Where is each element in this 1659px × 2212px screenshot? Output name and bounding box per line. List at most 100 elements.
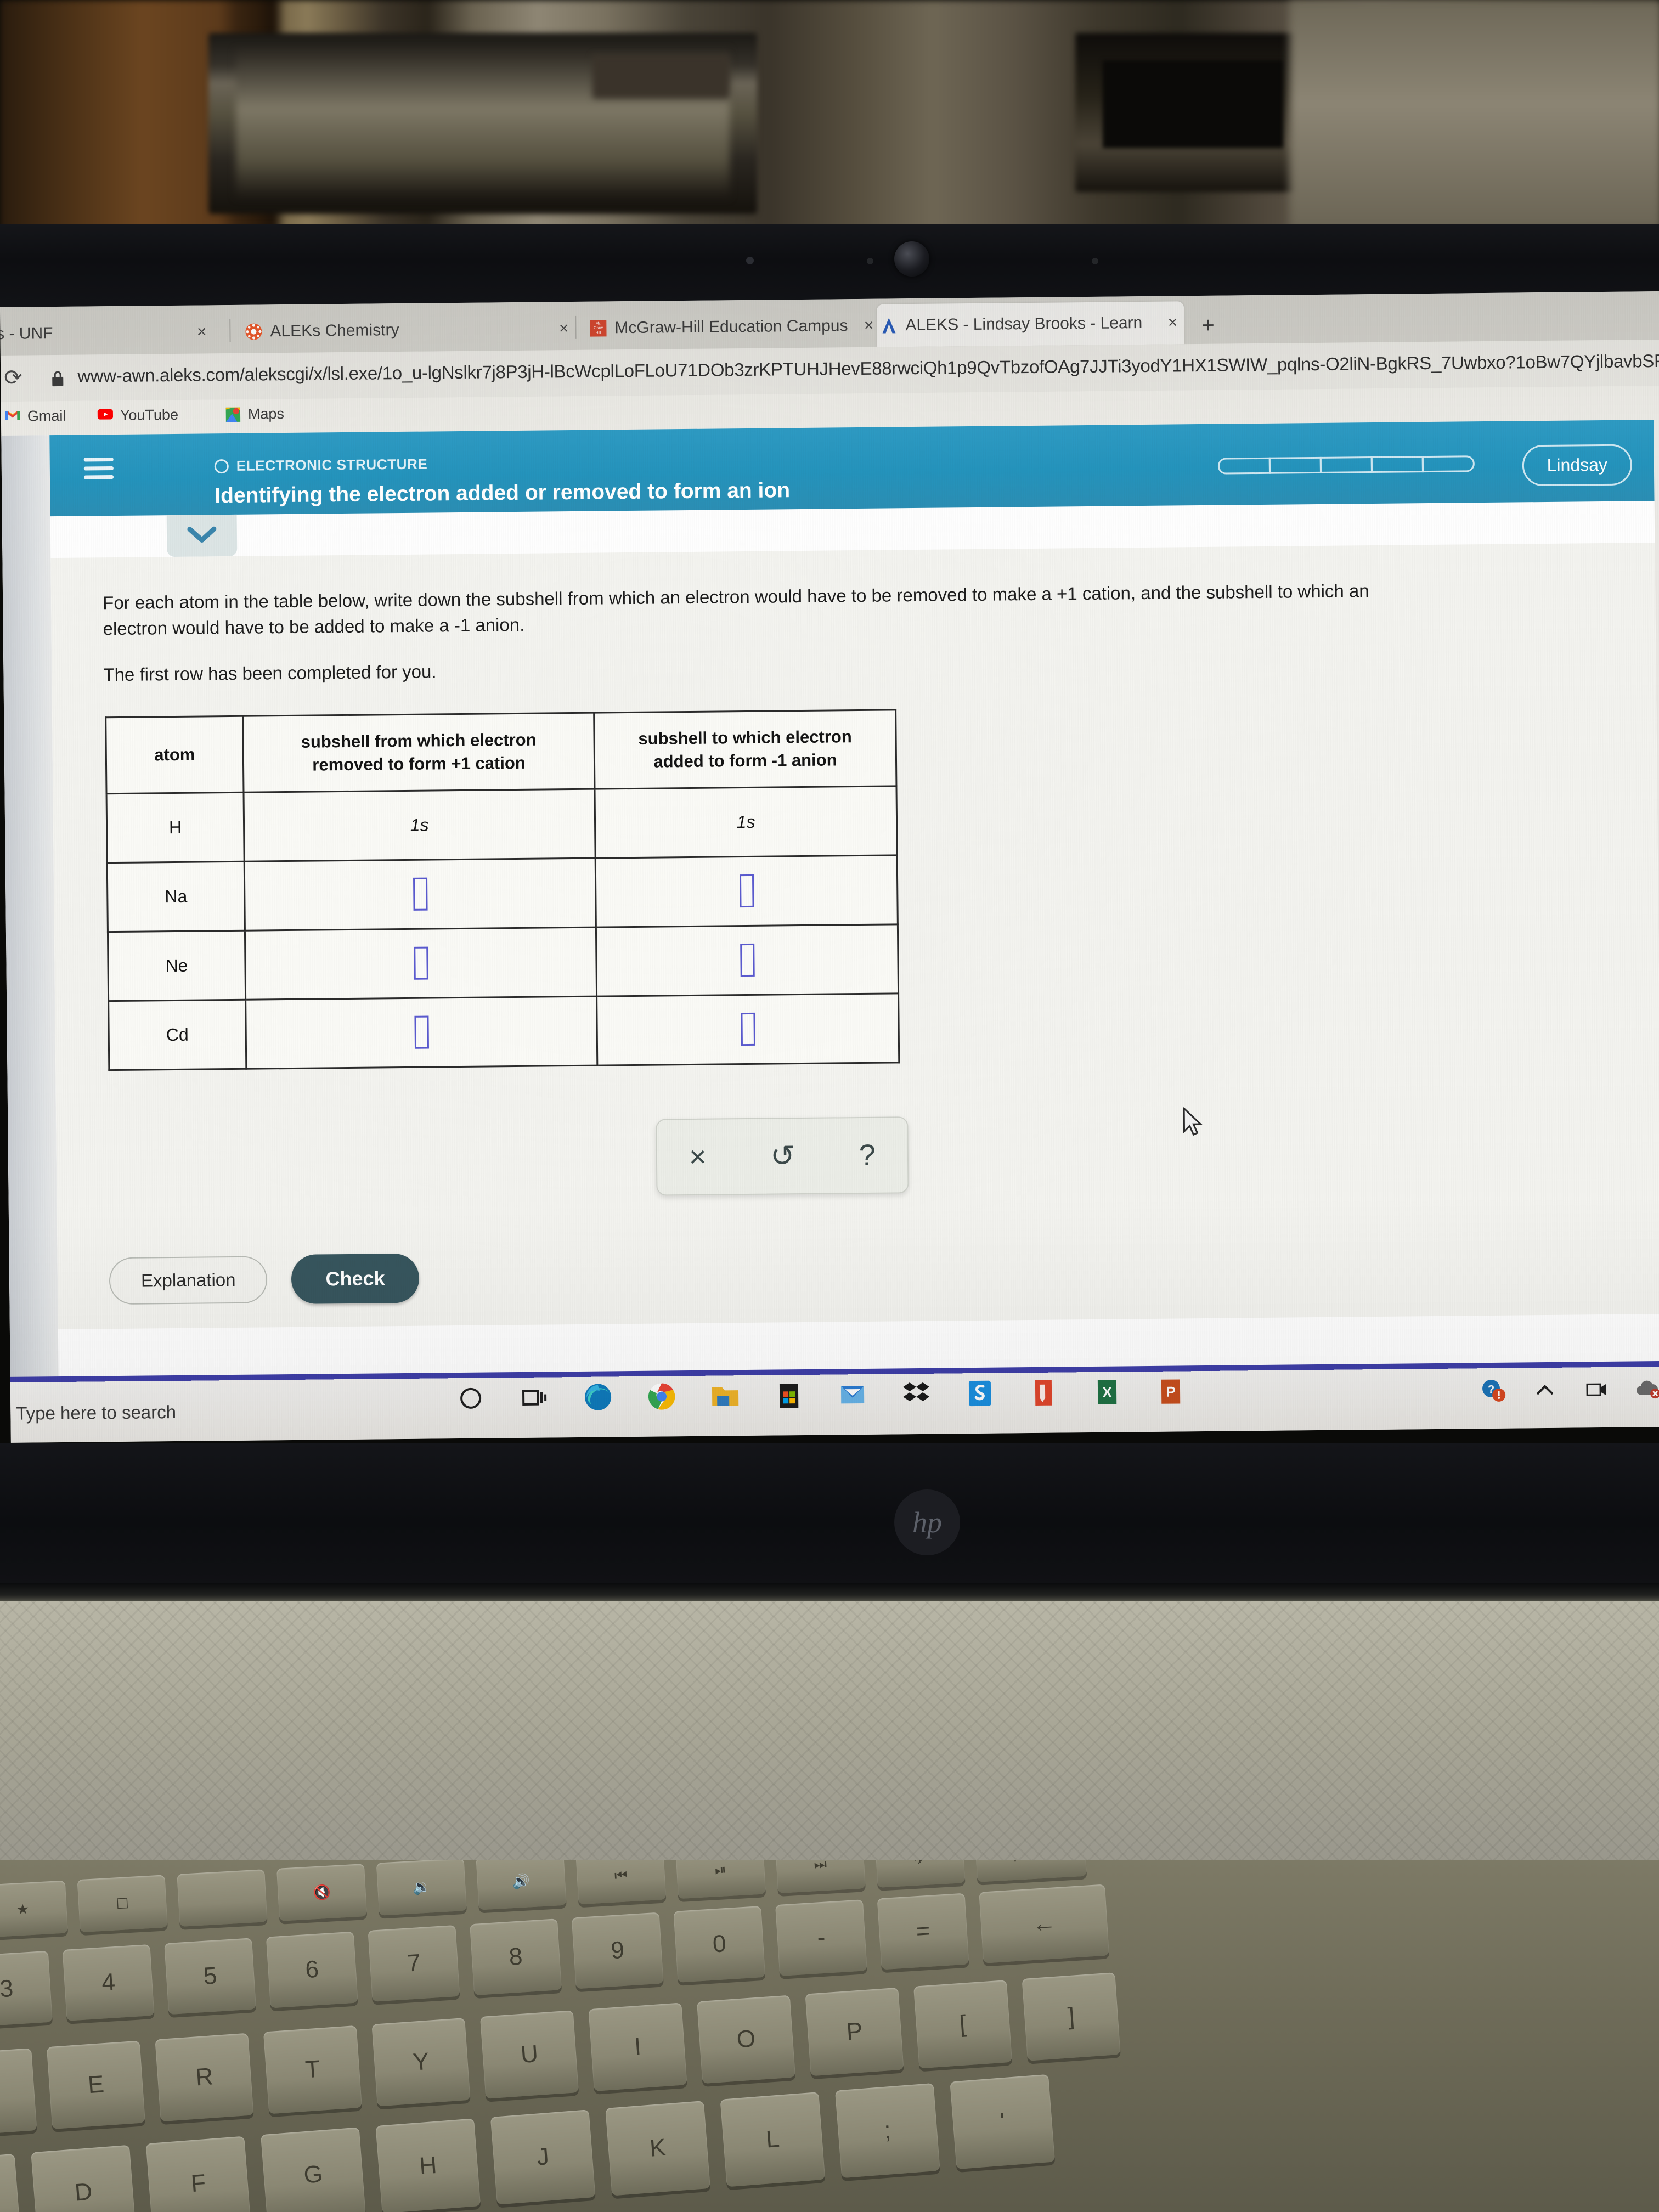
key-f4[interactable]: ☐ [77,1875,168,1933]
cell-cation-input[interactable] [244,857,596,930]
collapse-panel-button[interactable] [166,514,238,557]
key-u[interactable]: U [479,2010,579,2099]
key-f8-vol-up[interactable]: 🔊 [476,1860,567,1910]
key-f6-mute[interactable]: 🔇 [276,1864,368,1921]
key-w[interactable]: W [0,2048,37,2137]
help-icon[interactable]: ? [859,1139,876,1172]
browser-tab-3[interactable]: ALEKS - Lindsay Brooks - Learn × [877,301,1184,347]
key-y[interactable]: Y [371,2018,471,2107]
tab-divider [229,319,231,342]
key-f5[interactable] [177,1869,268,1927]
adobe-acrobat-icon[interactable] [1028,1377,1060,1409]
key-7[interactable]: 7 [368,1925,460,2002]
cell-cation-input[interactable] [245,927,597,1000]
key-0[interactable]: 0 [673,1905,766,1983]
key-j[interactable]: J [490,2109,596,2205]
hamburger-menu-icon[interactable] [82,454,116,486]
onedrive-offline-icon[interactable] [1632,1373,1659,1406]
cell-anion-input[interactable] [596,993,899,1065]
cell-anion-input[interactable] [595,855,898,927]
skype-icon[interactable] [964,1378,996,1410]
new-tab-button[interactable]: + [1201,313,1215,338]
key-o[interactable]: O [697,1995,796,2084]
key-minus[interactable]: - [775,1899,867,1977]
key-9[interactable]: 9 [571,1912,664,1989]
key-8[interactable]: 8 [470,1918,562,1996]
answer-table: atom subshell from which electron remove… [105,709,900,1071]
key-print-screen[interactable]: prt sc [974,1860,1087,1882]
check-button[interactable]: Check [291,1253,419,1304]
microsoft-edge-icon[interactable] [582,1381,614,1413]
key-f10-play[interactable]: ⏯ [675,1860,766,1899]
key-f7-vol-down[interactable]: 🔉 [376,1860,467,1916]
bookmark-label: YouTube [120,406,179,424]
tab-close-icon[interactable]: × [559,319,569,338]
microsoft-powerpoint-icon[interactable]: P [1155,1375,1187,1408]
mail-icon[interactable] [837,1379,869,1411]
cortana-circle-icon[interactable] [455,1383,487,1415]
browser-tab-0[interactable]: gs - UNF × [0,311,215,356]
key-i[interactable]: I [588,2002,687,2091]
bookmark-youtube[interactable]: YouTube [97,407,178,424]
key-backspace[interactable]: ← [979,1884,1110,1963]
user-menu-button[interactable]: Lindsay [1522,444,1633,487]
dropbox-icon[interactable] [900,1378,933,1410]
google-chrome-icon[interactable] [646,1380,678,1413]
key-3[interactable]: 3 [0,1950,53,2028]
show-hidden-icons-chevron[interactable] [1529,1374,1561,1407]
answer-input-box[interactable] [740,944,755,977]
answer-input-box[interactable] [414,1015,429,1049]
clear-icon[interactable]: × [689,1141,707,1173]
tab-close-icon[interactable]: × [864,317,874,335]
key-t[interactable]: T [263,2025,362,2114]
google-maps-icon [225,406,241,422]
key-p[interactable]: P [805,1987,904,2076]
file-explorer-icon[interactable] [709,1380,742,1412]
answer-input-box[interactable] [740,1013,755,1046]
key-f9-prev[interactable]: ⏮ [575,1860,667,1905]
key-quote[interactable]: ' [950,2074,1056,2170]
help-alert-icon[interactable]: ? [1477,1375,1510,1407]
answer-input-box[interactable] [739,874,754,908]
key-d[interactable]: D [31,2145,137,2212]
key-f3[interactable]: ★ [0,1880,69,1938]
tab-title: gs - UNF [0,324,53,343]
key-g[interactable]: G [261,2127,366,2212]
key-equals[interactable]: = [877,1893,969,1970]
explanation-button[interactable]: Explanation [109,1256,268,1305]
answer-input-box[interactable] [413,877,428,911]
microsoft-store-icon[interactable] [773,1379,805,1412]
key-k[interactable]: K [605,2101,710,2196]
taskbar-search-input[interactable]: Type here to search [16,1402,176,1424]
key-h[interactable]: H [375,2118,481,2212]
microsoft-excel-icon[interactable]: X [1091,1376,1124,1408]
key-r[interactable]: R [155,2033,254,2122]
key-f11-next[interactable]: ⏭ [775,1860,866,1894]
key-semicolon[interactable]: ; [834,2083,940,2179]
key-s[interactable]: S [0,2153,21,2212]
tab-close-icon[interactable]: × [1168,313,1178,332]
key-e[interactable]: E [46,2040,145,2129]
key-f12-airplane[interactable]: ✈ [874,1860,966,1888]
cell-cation-input[interactable] [245,996,597,1069]
browser-tab-1[interactable]: ALEKs Chemistry × [241,307,577,353]
bookmark-gmail[interactable]: Gmail [4,408,66,425]
reload-icon[interactable]: ⟳ [4,365,22,391]
key-f[interactable]: F [145,2136,251,2212]
answer-input-box[interactable] [413,946,428,980]
bookmark-maps[interactable]: Maps [225,405,284,423]
key-6[interactable]: 6 [266,1931,358,2008]
key-bracket-left[interactable]: [ [913,1980,1013,2069]
key-l[interactable]: L [720,2092,826,2187]
undo-icon[interactable]: ↺ [770,1139,795,1172]
chevron-down-icon [187,524,217,548]
key-bracket-right[interactable]: ] [1022,1972,1121,2061]
key-4[interactable]: 4 [62,1944,155,2021]
cell-anion-input[interactable] [596,924,899,996]
task-view-icon[interactable] [518,1381,551,1414]
key-5[interactable]: 5 [164,1938,257,2015]
browser-tab-2[interactable]: Mc Graw Hill McGraw-Hill Education Campu… [586,304,877,350]
camera-off-icon[interactable] [1581,1374,1613,1406]
tab-close-icon[interactable]: × [197,323,207,341]
address-bar[interactable]: www-awn.aleks.com/alekscgi/x/lsl.exe/1o_… [77,351,1659,387]
